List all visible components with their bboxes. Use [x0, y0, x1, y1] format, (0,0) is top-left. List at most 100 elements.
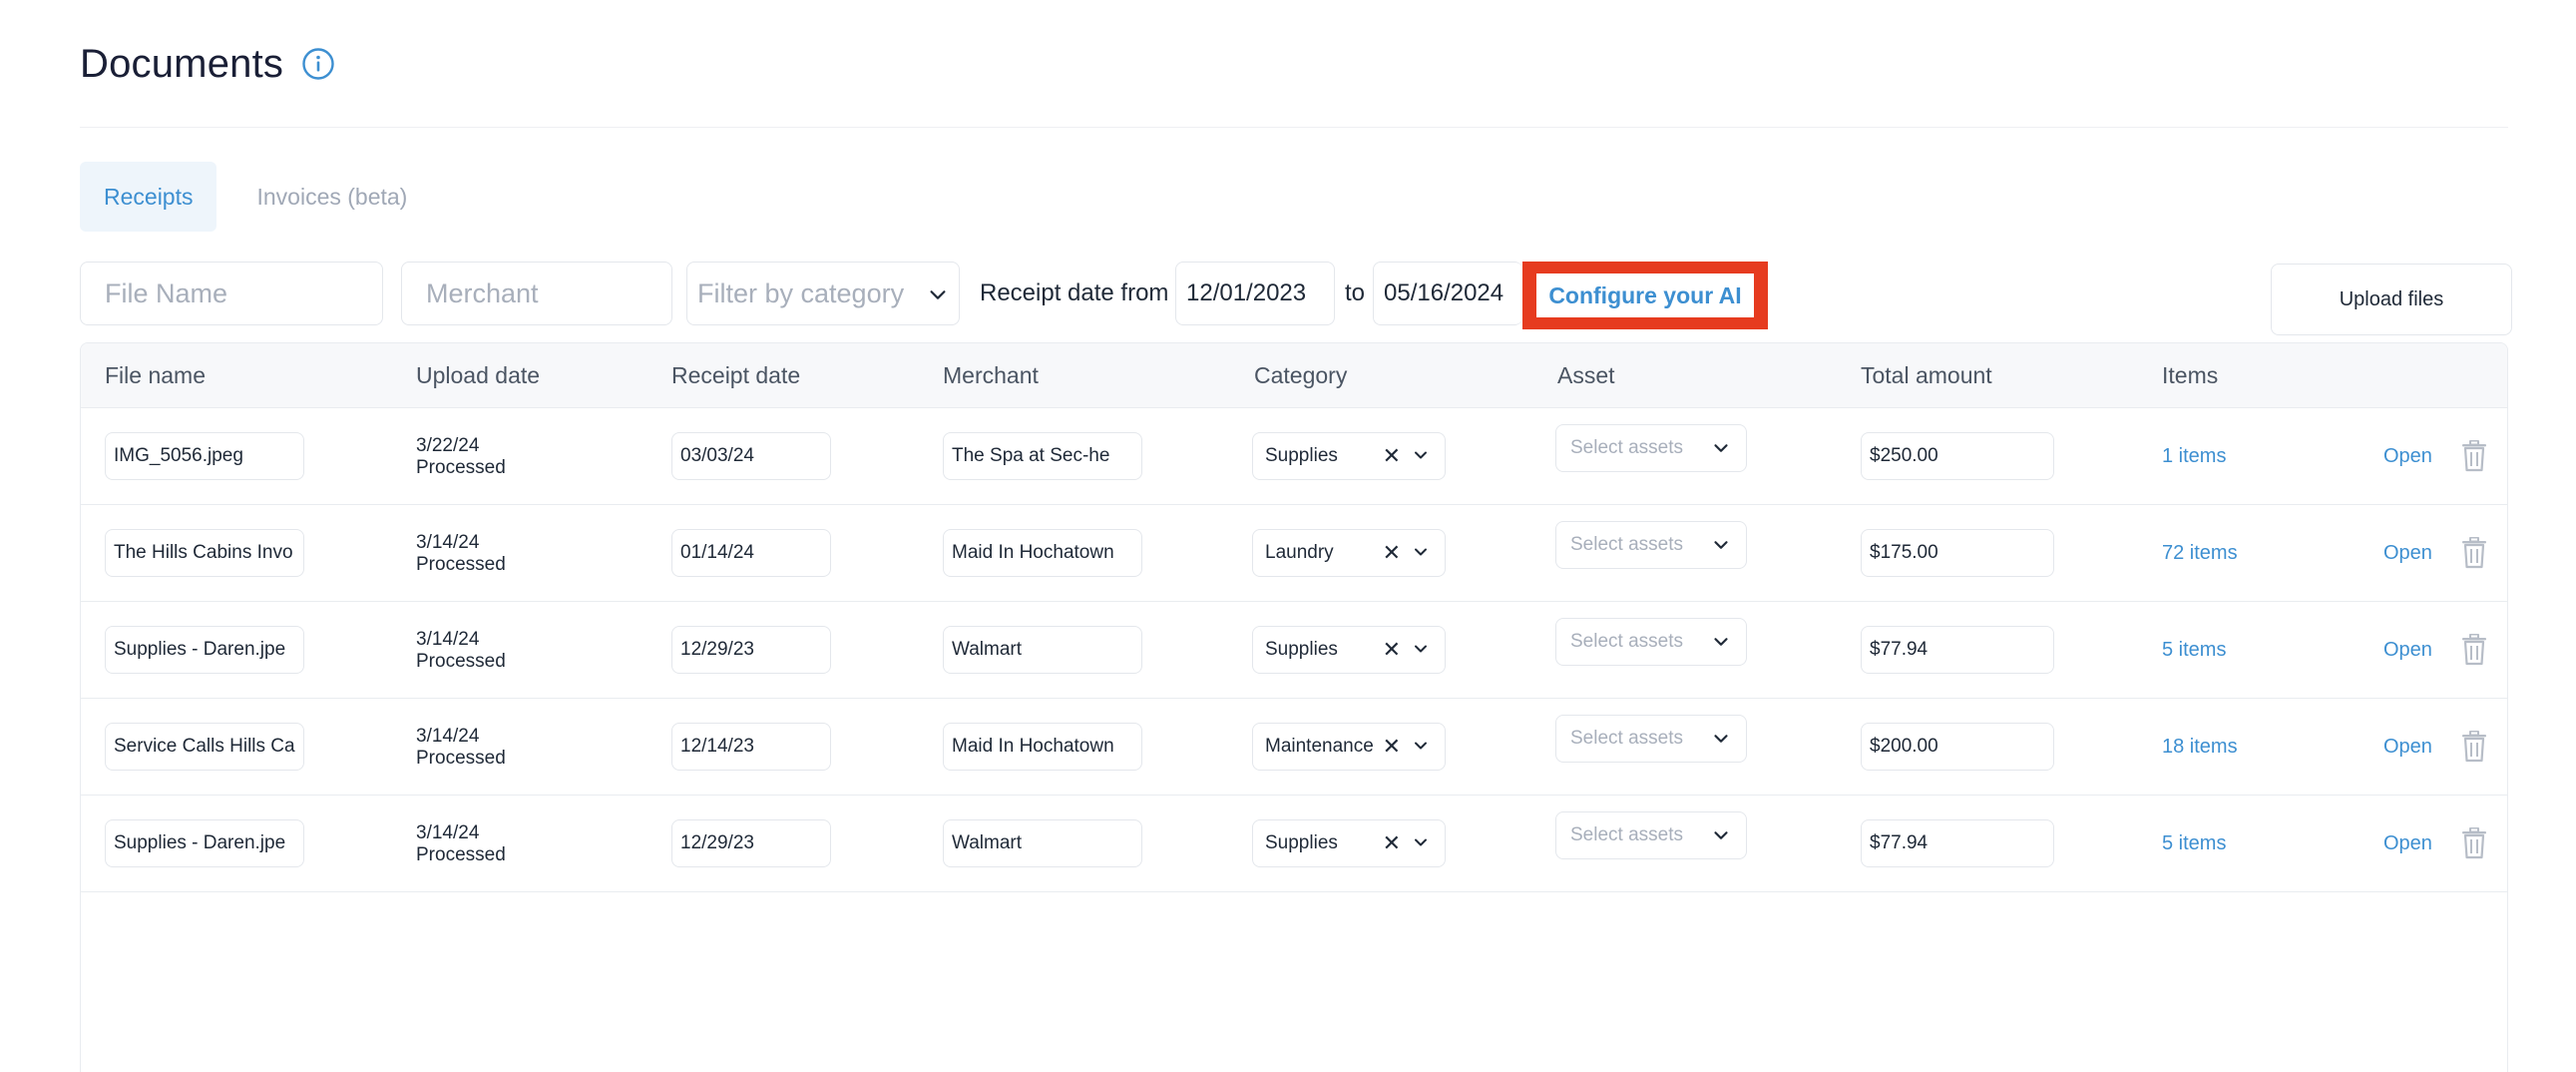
- date-from-input[interactable]: 12/01/2023: [1175, 262, 1335, 325]
- chevron-down-icon: [1411, 445, 1433, 467]
- trash-icon[interactable]: [2461, 439, 2487, 472]
- column-header: Receipt date: [671, 362, 801, 388]
- merchant-field[interactable]: Maid In Hochatown: [943, 529, 1142, 577]
- configure-ai-button[interactable]: Configure your AI: [1536, 273, 1754, 317]
- total-amount-field[interactable]: $77.94: [1861, 626, 2054, 674]
- total-amount-field[interactable]: $175.00: [1861, 529, 2054, 577]
- receipt-date-field[interactable]: 12/29/23: [671, 819, 831, 867]
- close-icon[interactable]: ✕: [1383, 830, 1401, 856]
- column-header: Items: [2162, 362, 2219, 388]
- chevron-down-icon: [1710, 437, 1732, 459]
- chevron-down-icon: [1710, 631, 1732, 653]
- page-header: Documents: [80, 36, 335, 92]
- table-row: Service Calls Hills Ca 3/14/24 Processed…: [81, 699, 2507, 796]
- table-row: Supplies - Daren.jpe 3/14/24 Processed 1…: [81, 796, 2507, 892]
- total-amount-field[interactable]: $77.94: [1861, 819, 2054, 867]
- chevron-down-icon: [1411, 542, 1433, 564]
- table-row: IMG_5056.jpeg 3/22/24 Processed 03/03/24…: [81, 408, 2507, 505]
- close-icon[interactable]: ✕: [1383, 443, 1401, 469]
- trash-icon[interactable]: [2461, 826, 2487, 859]
- category-filter-select[interactable]: Filter by category: [686, 262, 960, 325]
- category-value: Supplies: [1265, 832, 1338, 853]
- merchant-field[interactable]: Walmart: [943, 819, 1142, 867]
- asset-select[interactable]: Select assets: [1555, 424, 1747, 472]
- file-name-filter-input[interactable]: [80, 262, 383, 325]
- asset-placeholder: Select assets: [1570, 824, 1683, 845]
- open-link[interactable]: Open: [2383, 626, 2432, 674]
- date-to-input[interactable]: 05/16/2024: [1373, 262, 1522, 325]
- asset-placeholder: Select assets: [1570, 534, 1683, 555]
- asset-select[interactable]: Select assets: [1555, 715, 1747, 763]
- upload-date-value: 3/14/24: [416, 726, 480, 747]
- category-select[interactable]: Supplies ✕: [1252, 626, 1446, 674]
- column-header: Total amount: [1861, 362, 1992, 388]
- info-circle-icon[interactable]: [301, 47, 335, 81]
- category-filter-placeholder: Filter by category: [697, 277, 905, 308]
- receipt-date-field[interactable]: 03/03/24: [671, 432, 831, 480]
- items-link[interactable]: 72 items: [2162, 529, 2238, 577]
- receipt-date-from-label: Receipt date from: [980, 279, 1169, 306]
- asset-select[interactable]: Select assets: [1555, 618, 1747, 666]
- column-header: Merchant: [943, 362, 1039, 388]
- merchant-field[interactable]: Maid In Hochatown: [943, 723, 1142, 771]
- items-link[interactable]: 18 items: [2162, 723, 2238, 771]
- column-header: Asset: [1557, 362, 1615, 388]
- chevron-down-icon: [1411, 832, 1433, 854]
- total-amount-field[interactable]: $200.00: [1861, 723, 2054, 771]
- category-value: Supplies: [1265, 639, 1338, 660]
- processing-status: Processed: [416, 457, 506, 478]
- receipt-date-field[interactable]: 12/29/23: [671, 626, 831, 674]
- chevron-down-icon: [1411, 639, 1433, 661]
- asset-select[interactable]: Select assets: [1555, 521, 1747, 569]
- items-link[interactable]: 5 items: [2162, 819, 2226, 867]
- document-tabs: Receipts Invoices (beta): [80, 162, 431, 232]
- category-select[interactable]: Maintenance ✕: [1252, 723, 1446, 771]
- upload-date-value: 3/22/24: [416, 435, 480, 456]
- file-name-field[interactable]: Service Calls Hills Ca: [105, 723, 304, 771]
- receipt-date-field[interactable]: 01/14/24: [671, 529, 831, 577]
- asset-select[interactable]: Select assets: [1555, 811, 1747, 859]
- trash-icon[interactable]: [2461, 730, 2487, 763]
- category-select[interactable]: Laundry ✕: [1252, 529, 1446, 577]
- category-value: Supplies: [1265, 445, 1338, 466]
- trash-icon[interactable]: [2461, 633, 2487, 666]
- table-row: Supplies - Daren.jpe 3/14/24 Processed 1…: [81, 602, 2507, 699]
- tab-receipts[interactable]: Receipts: [80, 162, 217, 232]
- merchant-field[interactable]: The Spa at Sec-he: [943, 432, 1142, 480]
- close-icon[interactable]: ✕: [1383, 637, 1401, 663]
- upload-date-value: 3/14/24: [416, 629, 480, 650]
- upload-date-cell: 3/22/24 Processed: [416, 435, 506, 479]
- open-link[interactable]: Open: [2383, 819, 2432, 867]
- file-name-field[interactable]: The Hills Cabins Invo: [105, 529, 304, 577]
- upload-date-value: 3/14/24: [416, 532, 480, 553]
- file-name-field[interactable]: Supplies - Daren.jpe: [105, 819, 304, 867]
- chevron-down-icon: [1411, 736, 1433, 758]
- open-link[interactable]: Open: [2383, 723, 2432, 771]
- upload-date-cell: 3/14/24 Processed: [416, 822, 506, 866]
- items-link[interactable]: 5 items: [2162, 626, 2226, 674]
- date-to-label: to: [1345, 279, 1366, 306]
- merchant-field[interactable]: Walmart: [943, 626, 1142, 674]
- upload-date-cell: 3/14/24 Processed: [416, 726, 506, 770]
- chevron-down-icon: [1710, 824, 1732, 846]
- close-icon[interactable]: ✕: [1383, 540, 1401, 566]
- items-link[interactable]: 1 items: [2162, 432, 2226, 480]
- merchant-filter-input[interactable]: [401, 262, 672, 325]
- category-select[interactable]: Supplies ✕: [1252, 432, 1446, 480]
- tab-invoices[interactable]: Invoices (beta): [232, 162, 431, 232]
- upload-files-button[interactable]: Upload files: [2271, 264, 2512, 335]
- total-amount-field[interactable]: $250.00: [1861, 432, 2054, 480]
- processing-status: Processed: [416, 651, 506, 672]
- file-name-field[interactable]: IMG_5056.jpeg: [105, 432, 304, 480]
- close-icon[interactable]: ✕: [1383, 734, 1401, 760]
- open-link[interactable]: Open: [2383, 432, 2432, 480]
- receipt-date-field[interactable]: 12/14/23: [671, 723, 831, 771]
- open-link[interactable]: Open: [2383, 529, 2432, 577]
- category-select[interactable]: Supplies ✕: [1252, 819, 1446, 867]
- trash-icon[interactable]: [2461, 536, 2487, 569]
- file-name-field[interactable]: Supplies - Daren.jpe: [105, 626, 304, 674]
- asset-placeholder: Select assets: [1570, 437, 1683, 458]
- chevron-down-icon: [1710, 534, 1732, 556]
- processing-status: Processed: [416, 554, 506, 575]
- category-value: Laundry: [1265, 542, 1334, 563]
